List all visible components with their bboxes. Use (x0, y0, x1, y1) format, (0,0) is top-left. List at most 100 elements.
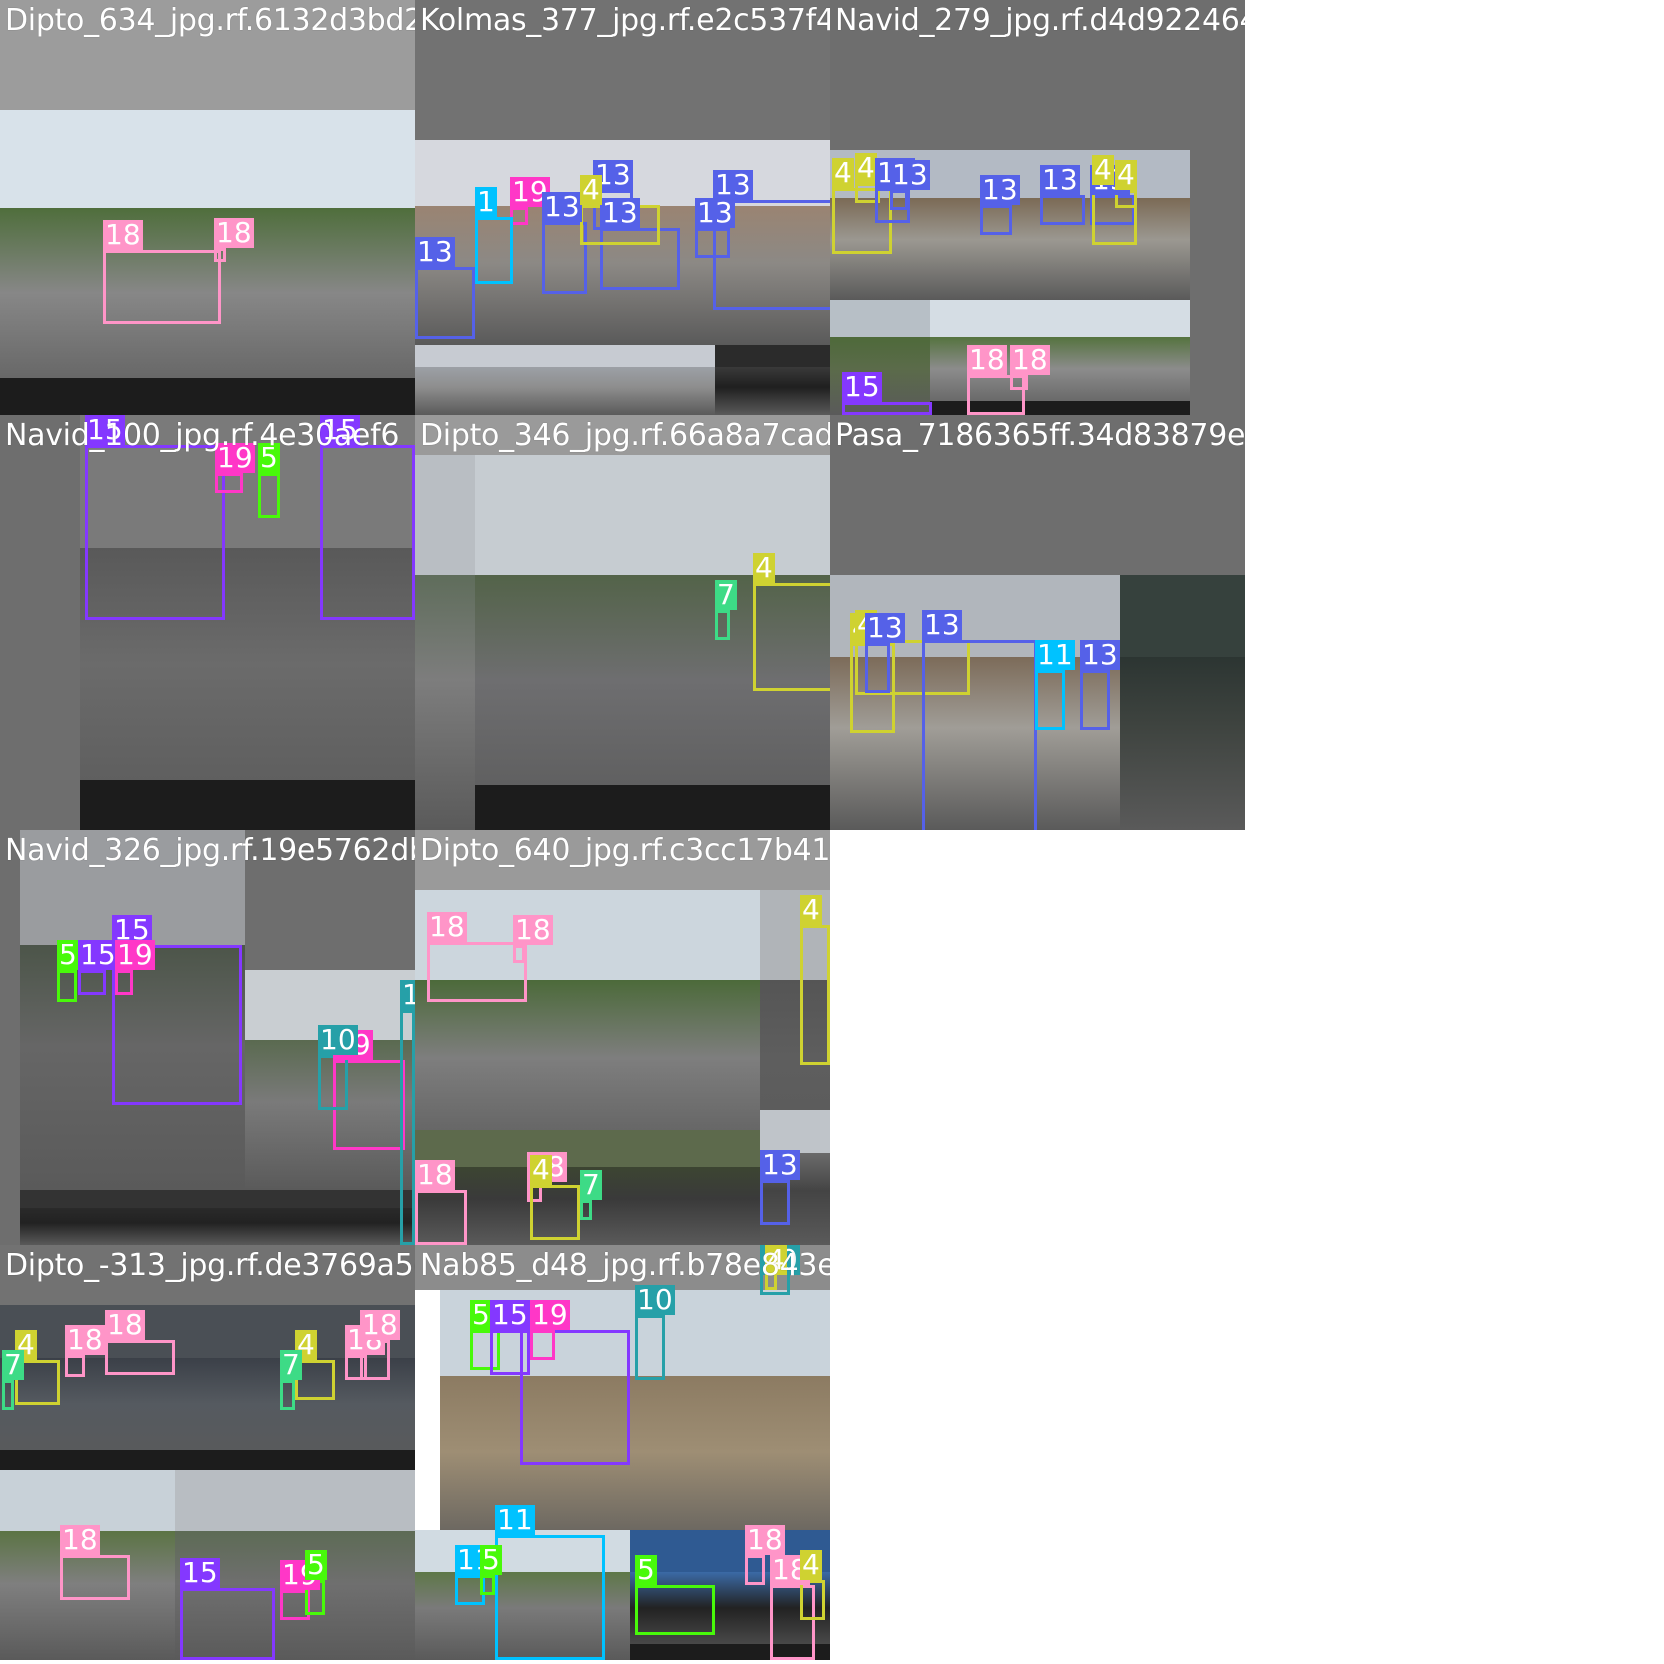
detection-box (865, 643, 890, 693)
detection-box (760, 1180, 790, 1225)
detection-box (320, 445, 415, 620)
detection-class-label: 13 (922, 608, 962, 641)
detection-class-label: 5 (305, 1548, 327, 1581)
detection-box (57, 970, 77, 1002)
detection-box (180, 1588, 275, 1660)
detection-class-label: 15 (78, 938, 118, 971)
road-photo-crop (415, 455, 475, 830)
sky-region (175, 1470, 415, 1531)
detection-class-label: 18 (513, 913, 553, 946)
detection-box (1040, 195, 1085, 225)
detection-box (530, 1185, 580, 1240)
detection-box (65, 1355, 85, 1377)
tile-filename-caption: Navid_279_jpg.rf.d4d922464591c183a211206… (835, 3, 1245, 38)
road-photo-crop (20, 1190, 415, 1245)
detection-box (580, 1200, 592, 1220)
mosaic-tile: Nab85_d48_jpg.rf.b78e843e767202321705152… (415, 1245, 830, 1660)
detection-class-label: 4 (1115, 158, 1137, 191)
detection-box (495, 1535, 605, 1660)
detection-box (800, 925, 830, 1065)
roadside-region (415, 575, 475, 680)
tile-filename-caption: Dipto_346_jpg.rf.66a8a7cad (420, 418, 830, 453)
detection-box (103, 250, 221, 324)
detection-class-label: 5 (480, 1543, 502, 1576)
detection-class-label: 5 (470, 1298, 492, 1331)
detection-class-label: 11 (495, 1503, 535, 1536)
roadside-region (830, 337, 930, 369)
detection-class-label: 13 (542, 190, 582, 223)
detection-box (842, 402, 932, 415)
detection-class-label: 13 (760, 1148, 800, 1181)
detection-class-label: 13 (865, 611, 905, 644)
detection-box (318, 1055, 348, 1110)
sky-region (415, 345, 715, 367)
detection-class-label: 15 (180, 1556, 220, 1589)
mosaic-tile: Navid_326_jpg.rf.19e5762db304eac4d2ed820… (0, 830, 415, 1245)
detection-class-label: 18 (427, 910, 467, 943)
detection-box (85, 445, 225, 620)
detection-box (635, 1585, 715, 1635)
detection-box (890, 190, 908, 210)
detection-class-label: 19 (530, 1298, 570, 1331)
sky-region (930, 300, 1190, 337)
dashboard-edge (0, 378, 415, 415)
detection-class-label: 13 (695, 196, 735, 229)
sky-region (415, 1130, 760, 1167)
detection-class-label: 18 (60, 1523, 100, 1556)
mosaic-tile: Dipto_634_jpg.rf.6132d3bd28b98fe9587412e… (0, 0, 415, 415)
detection-class-label: 19 (115, 938, 155, 971)
sky-region (1120, 575, 1245, 657)
detection-box (1010, 375, 1028, 390)
detection-class-label: 13 (600, 196, 640, 229)
detection-box (800, 1580, 825, 1620)
detection-box (753, 583, 830, 691)
tile-filename-caption: Dipto_-313_jpg.rf.de3769a5d (5, 1248, 415, 1283)
roadside-region (715, 367, 830, 387)
detection-class-label: 18 (103, 218, 143, 251)
detection-class-label: 13 (415, 235, 455, 268)
detection-class-label: 18 (65, 1323, 105, 1356)
detection-box (78, 970, 106, 995)
detection-class-label: 13 (980, 173, 1020, 206)
detection-box (1035, 670, 1065, 730)
detection-box (415, 1190, 467, 1245)
sky-region (830, 300, 930, 337)
road-surface (415, 680, 475, 830)
road-surface (20, 1223, 415, 1245)
detection-box (415, 267, 475, 339)
dashboard-edge (80, 780, 415, 830)
detection-box (480, 1575, 495, 1595)
tile-filename-caption: Navid_100_jpg.rf.4e30aef6 (5, 418, 400, 453)
detection-box (980, 205, 1012, 235)
detection-box (922, 640, 1037, 830)
road-photo-crop (415, 890, 760, 1170)
detection-class-label: 4 (753, 551, 775, 584)
detection-box (1080, 670, 1110, 730)
tile-filename-caption: Dipto_640_jpg.rf.c3cc17b41d5d804ee62ac0 (420, 833, 830, 868)
detection-class-label: 13 (890, 158, 930, 191)
sky-region (0, 110, 415, 208)
detection-box (513, 945, 525, 963)
road-photo-crop (1120, 575, 1245, 830)
sky-region (475, 455, 830, 575)
detection-class-label: 18 (214, 216, 254, 249)
detection-class-label: 10 (400, 980, 415, 1010)
tile-filename-caption: Dipto_634_jpg.rf.6132d3bd28b98fe9587412e (5, 3, 415, 38)
detection-box (105, 1340, 175, 1375)
tile-filename-caption: Kolmas_377_jpg.rf.e2c537f476 (420, 3, 830, 38)
detection-box (530, 1330, 555, 1360)
detection-class-label: 18 (105, 1308, 145, 1341)
detection-class-label: 18 (745, 1523, 785, 1556)
detection-class-label: 13 (1040, 163, 1080, 196)
sky-region (415, 455, 475, 575)
letterbox-padding (0, 415, 80, 830)
detection-box (475, 217, 513, 284)
sky-region (0, 1470, 175, 1531)
detection-class-label: 11 (1035, 638, 1075, 671)
detection-box (635, 1315, 665, 1380)
detection-class-label: 7 (2, 1348, 24, 1381)
detection-class-label: 18 (967, 343, 1007, 376)
detection-class-label: 13 (713, 168, 753, 201)
road-surface (415, 387, 715, 415)
detection-class-label: 10 (635, 1283, 675, 1316)
